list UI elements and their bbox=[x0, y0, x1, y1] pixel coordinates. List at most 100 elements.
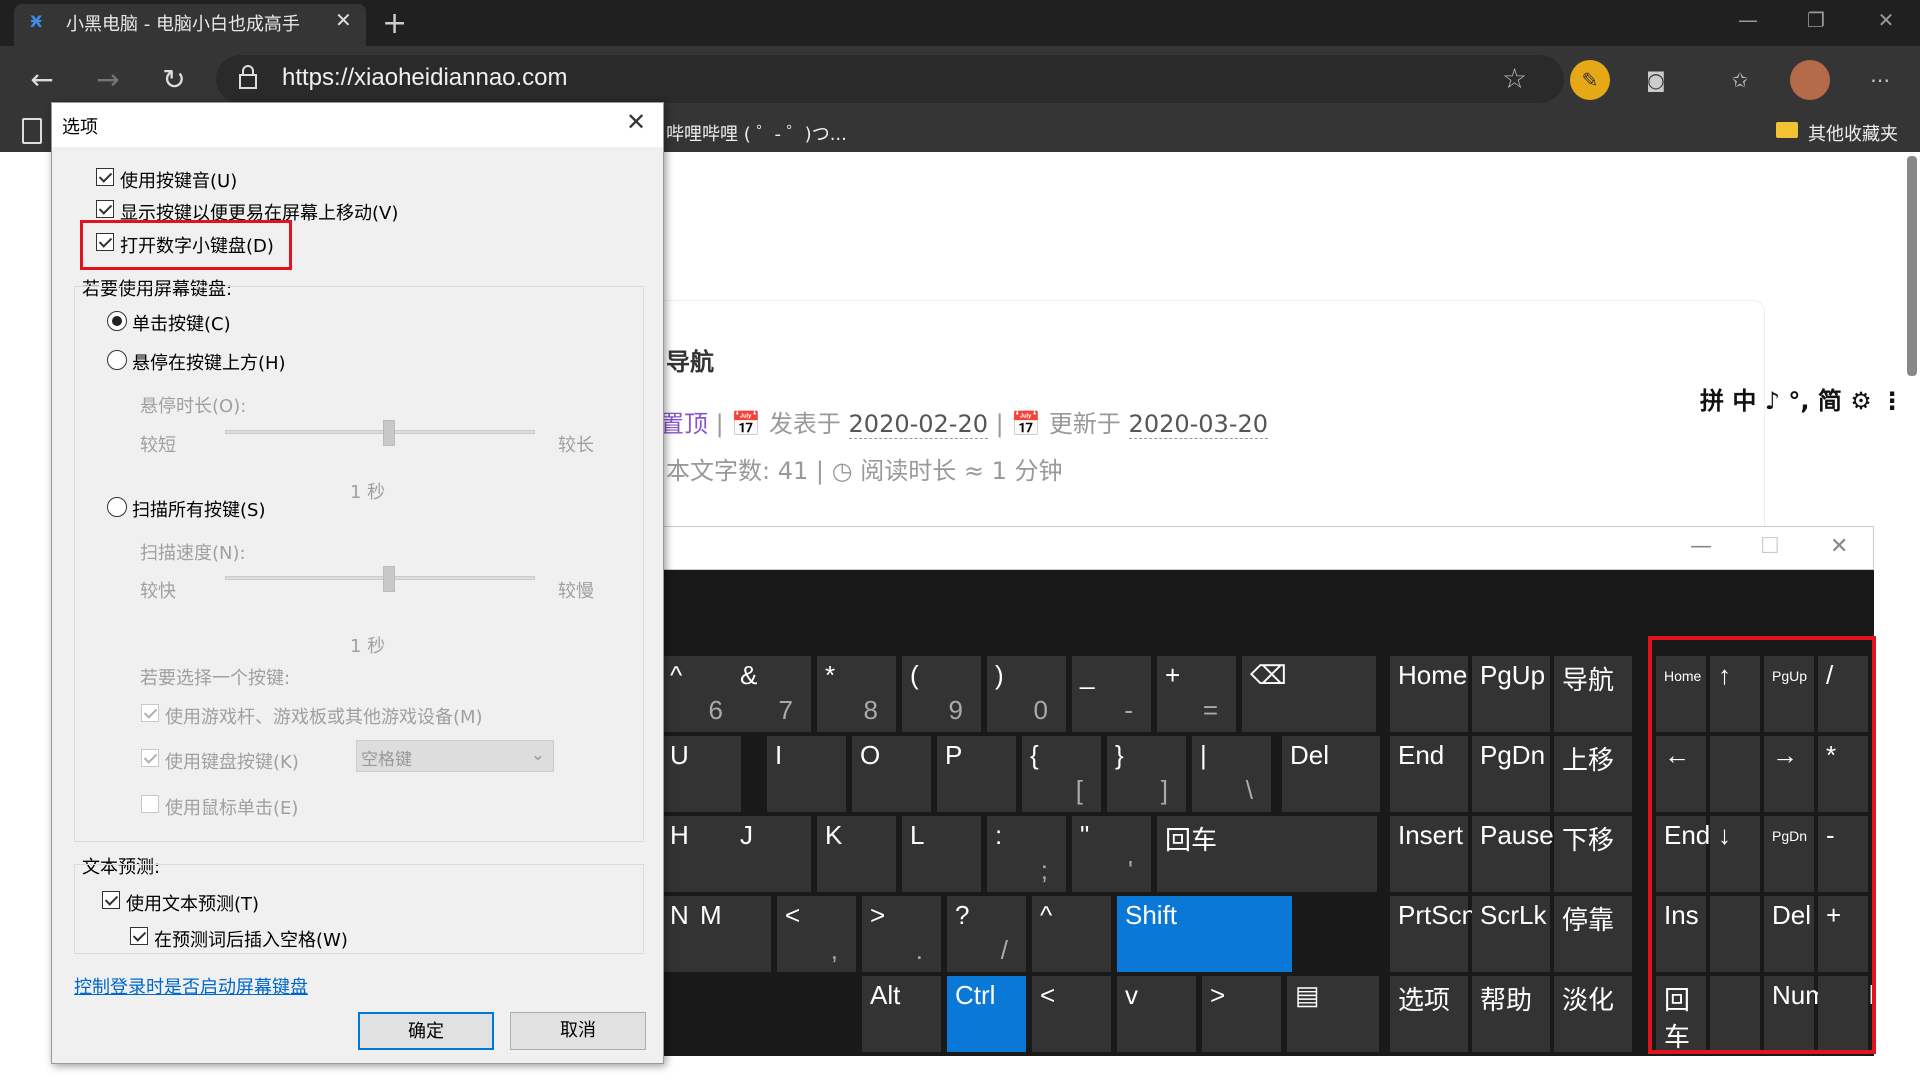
nav-key-4[interactable]: PgDn bbox=[1472, 736, 1550, 812]
key-r3-3[interactable]: L bbox=[902, 816, 981, 892]
key-r3-2[interactable]: K bbox=[817, 816, 896, 892]
key-r2-4[interactable]: {[ bbox=[1022, 736, 1101, 812]
nav-key-14[interactable]: 淡化 bbox=[1554, 976, 1632, 1052]
nav-key-0[interactable]: Home bbox=[1390, 656, 1468, 732]
nav-key-5[interactable]: 上移 bbox=[1554, 736, 1632, 812]
key-r3-6[interactable]: 回车 bbox=[1157, 816, 1377, 892]
scan-radio[interactable] bbox=[107, 497, 127, 517]
more-menu-icon[interactable]: ⋯ bbox=[1860, 60, 1900, 100]
text-predict-checkbox[interactable] bbox=[102, 891, 120, 909]
nav-key-13[interactable]: 帮助 bbox=[1472, 976, 1550, 1052]
scrollbar-thumb[interactable] bbox=[1907, 156, 1917, 376]
key-r4-2[interactable]: <, bbox=[777, 896, 856, 972]
key-1[interactable]: & 7 bbox=[732, 656, 811, 732]
hover-radio[interactable] bbox=[107, 350, 127, 370]
url-text[interactable]: https://xiaoheidiannao.com bbox=[282, 64, 568, 92]
key-r4-3[interactable]: >. bbox=[862, 896, 941, 972]
key-r2-0[interactable]: U bbox=[662, 736, 741, 812]
reader-icon[interactable]: ◙ bbox=[1636, 60, 1676, 100]
nav-key-1[interactable]: PgUp bbox=[1472, 656, 1550, 732]
key-6[interactable]: + = bbox=[1157, 656, 1236, 732]
page-icon[interactable] bbox=[22, 118, 42, 144]
key-r3-0[interactable]: H bbox=[662, 816, 741, 892]
ime-toolbar[interactable]: 拼 中 ♪ °, 简 ⚙ ⋮ bbox=[1700, 381, 1904, 416]
key-7[interactable]: ⌫ bbox=[1242, 656, 1376, 732]
pin-label[interactable]: 置顶 bbox=[660, 410, 708, 438]
mouse-label[interactable]: 使用鼠标单击(E) bbox=[165, 794, 298, 820]
show-keys-checkbox[interactable] bbox=[96, 200, 114, 218]
key-select[interactable]: 空格键 ⌄ bbox=[356, 740, 554, 772]
hover-slider-thumb[interactable] bbox=[383, 420, 395, 446]
key-r3-4[interactable]: :; bbox=[987, 816, 1066, 892]
sound-checkbox[interactable] bbox=[96, 168, 114, 186]
mouse-checkbox[interactable] bbox=[141, 795, 159, 813]
avatar[interactable] bbox=[1790, 60, 1830, 100]
hover-slider[interactable] bbox=[225, 430, 535, 434]
click-radio[interactable] bbox=[107, 311, 127, 331]
text-predict-option[interactable]: 使用文本预测(T) bbox=[126, 890, 259, 916]
joystick-checkbox[interactable] bbox=[141, 704, 159, 722]
extension-icon[interactable]: ✎ bbox=[1570, 60, 1610, 100]
favorite-star-icon[interactable]: ☆ bbox=[1502, 62, 1527, 95]
keyboard-key-label[interactable]: 使用键盘按键(K) bbox=[165, 748, 299, 774]
click-label[interactable]: 单击按键(C) bbox=[132, 310, 231, 336]
tab-close-icon[interactable]: ✕ bbox=[335, 8, 352, 32]
key-r3-1[interactable]: J bbox=[732, 816, 811, 892]
dialog-close-icon[interactable]: ✕ bbox=[626, 108, 646, 136]
bookmark-item[interactable]: 哔哩哔哩 ( ゜- ゜)つ... bbox=[666, 120, 847, 146]
scan-label[interactable]: 扫描所有按键(S) bbox=[132, 496, 265, 522]
key-r5-0[interactable]: Alt bbox=[862, 976, 941, 1052]
key-r2-1[interactable]: I bbox=[767, 736, 846, 812]
collections-icon[interactable]: ✩ bbox=[1720, 60, 1760, 100]
other-bookmarks[interactable]: 其他收藏夹 bbox=[1808, 120, 1898, 146]
nav-key-9[interactable]: PrtScn bbox=[1390, 896, 1476, 972]
control-startup-link[interactable]: 控制登录时是否启动屏幕键盘 bbox=[74, 973, 308, 999]
cancel-button[interactable]: 取消 bbox=[510, 1012, 646, 1050]
insert-space-checkbox[interactable] bbox=[130, 927, 148, 945]
key-r5-1[interactable]: Ctrl bbox=[947, 976, 1026, 1052]
key-3[interactable]: (9 bbox=[902, 656, 981, 732]
key-r4-1[interactable]: M bbox=[692, 896, 771, 972]
sound-label[interactable]: 使用按键音(U) bbox=[120, 167, 237, 193]
keyboard-key-checkbox[interactable] bbox=[141, 749, 159, 767]
updated-date[interactable]: 2020-03-20 bbox=[1128, 410, 1269, 439]
nav-key-12[interactable]: 选项 bbox=[1390, 976, 1468, 1052]
nav-key-3[interactable]: End bbox=[1390, 736, 1468, 812]
close-window-icon[interactable]: ✕ bbox=[1866, 2, 1906, 38]
nav-key-11[interactable]: 停靠 bbox=[1554, 896, 1632, 972]
key-r4-4[interactable]: ? / bbox=[947, 896, 1026, 972]
key-r5-3[interactable]: v bbox=[1117, 976, 1196, 1052]
osk-close-icon[interactable]: ✕ bbox=[1830, 534, 1848, 559]
key-4[interactable]: ) 0 bbox=[987, 656, 1066, 732]
osk-minimize-icon[interactable]: — bbox=[1690, 534, 1712, 559]
minimize-icon[interactable]: — bbox=[1728, 2, 1768, 38]
back-icon[interactable]: ← bbox=[20, 58, 64, 102]
key-r4-6[interactable]: Shift bbox=[1117, 896, 1292, 972]
scan-slider-thumb[interactable] bbox=[383, 566, 395, 592]
nav-key-6[interactable]: Insert bbox=[1390, 816, 1468, 892]
key-r2-7[interactable]: Del bbox=[1282, 736, 1380, 812]
key-r4-5[interactable]: ^ bbox=[1032, 896, 1111, 972]
key-r5-2[interactable]: < bbox=[1032, 976, 1111, 1052]
key-5[interactable]: _ - bbox=[1072, 656, 1151, 732]
joystick-label[interactable]: 使用游戏杆、游戏板或其他游戏设备(M) bbox=[165, 703, 483, 729]
key-r2-6[interactable]: | \ bbox=[1192, 736, 1271, 812]
refresh-icon[interactable]: ↻ bbox=[152, 58, 196, 102]
new-tab-icon[interactable]: + bbox=[382, 6, 407, 41]
nav-key-8[interactable]: 下移 bbox=[1554, 816, 1632, 892]
key-r2-3[interactable]: P bbox=[937, 736, 1016, 812]
osk-maximize-icon[interactable]: ☐ bbox=[1760, 534, 1780, 559]
hover-label[interactable]: 悬停在按键上方(H) bbox=[132, 349, 286, 375]
nav-key-2[interactable]: 导航 bbox=[1554, 656, 1632, 732]
insert-space-label[interactable]: 在预测词后插入空格(W) bbox=[154, 926, 348, 952]
key-0[interactable]: ^ 6 bbox=[662, 656, 741, 732]
forward-icon[interactable]: → bbox=[86, 58, 130, 102]
ok-button[interactable]: 确定 bbox=[358, 1012, 494, 1050]
published-date[interactable]: 2020-02-20 bbox=[848, 410, 989, 439]
key-r3-5[interactable]: " ' bbox=[1072, 816, 1151, 892]
nav-key-10[interactable]: ScrLk bbox=[1472, 896, 1550, 972]
key-r5-5[interactable]: ▤ bbox=[1287, 976, 1379, 1052]
key-r5-4[interactable]: > bbox=[1202, 976, 1281, 1052]
post-title[interactable]: 导航 bbox=[666, 342, 714, 377]
lock-icon[interactable] bbox=[238, 64, 258, 90]
